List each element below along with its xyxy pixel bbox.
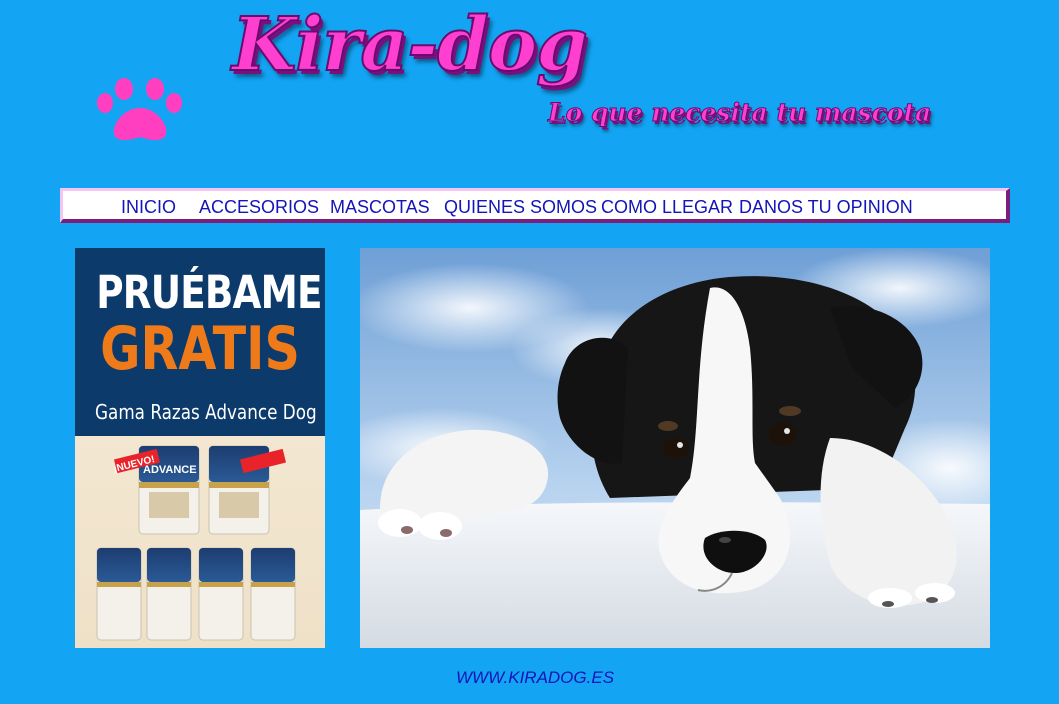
advance-promo-banner[interactable]: PRUÉBAME GRATIS Gama Razas Advance Dog ¡…: [75, 248, 325, 648]
footer-website-link[interactable]: WWW.KIRADOG.ES: [0, 668, 1059, 688]
nav-link-mascotas[interactable]: Mascotas: [330, 195, 430, 219]
nav-link-como-llegar[interactable]: Como llegar: [601, 195, 733, 219]
nav-link-danos-tu-opinion[interactable]: Danos tu opinion: [739, 195, 913, 219]
promo-brand-label: ADVANCE: [143, 464, 197, 476]
promo-headline: PRUÉBAME: [96, 266, 322, 319]
nav-link-inicio[interactable]: Inicio: [121, 195, 176, 219]
puppy-hero-image: [360, 248, 990, 648]
promo-free-label: GRATIS: [100, 314, 300, 384]
nav-link-quienes-somos[interactable]: Quienes somos: [444, 195, 597, 219]
paw-icon: [97, 78, 182, 141]
logo-tagline: Lo que necesita tu mascota: [547, 98, 932, 127]
nav-link-accesorios[interactable]: Accesorios: [199, 195, 319, 219]
logo-title: Kira-dog: [231, 2, 589, 88]
promo-subline: Gama Razas Advance Dog: [95, 400, 317, 424]
main-navigation: Inicio Accesorios Mascotas Quienes somos…: [60, 188, 1010, 223]
